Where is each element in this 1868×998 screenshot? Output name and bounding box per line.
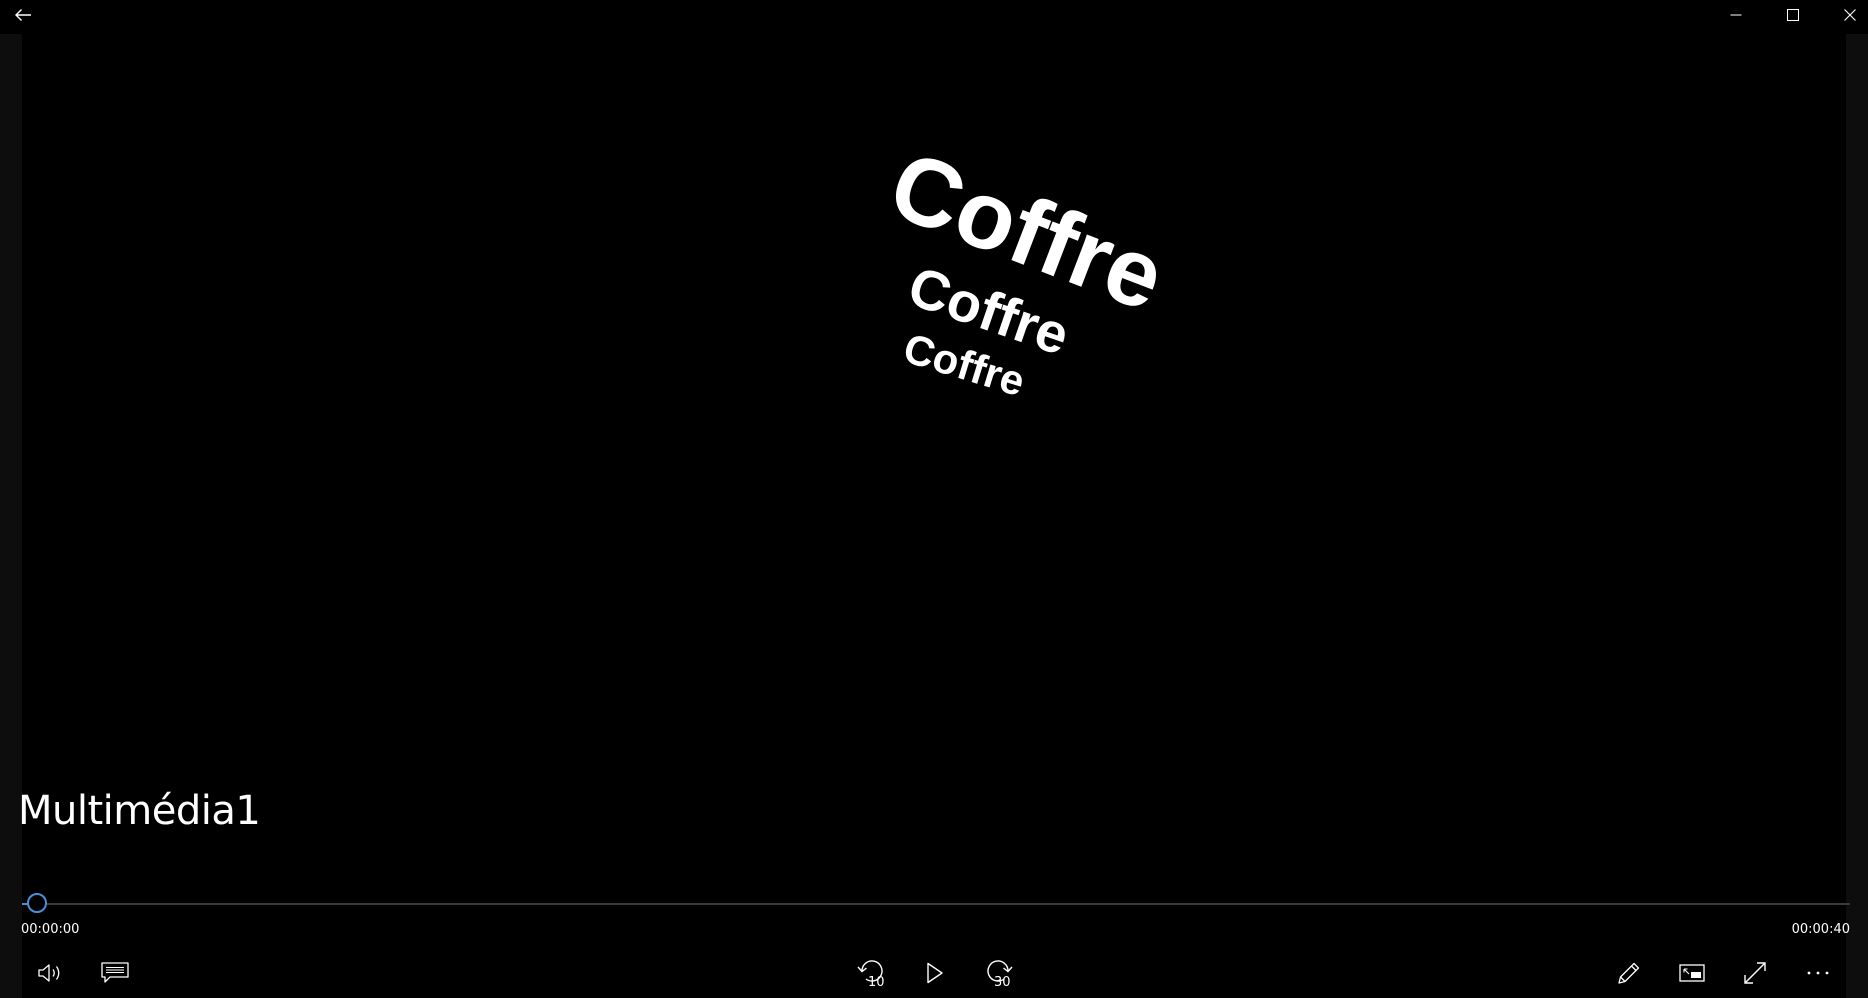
full-screen-icon (1744, 962, 1766, 984)
back-button[interactable] (0, 0, 46, 30)
media-player-window: Coffre Coffre Coffre Multimédia1 00:00:0… (0, 0, 1868, 998)
play-icon (927, 962, 943, 984)
right-edge-strip (1846, 34, 1868, 998)
more-options-button[interactable] (1795, 952, 1841, 994)
minimize-button[interactable] (1713, 0, 1759, 30)
current-time: 00:00:00 (21, 922, 80, 937)
skip-back-label: 10 (868, 975, 885, 990)
maximize-button[interactable] (1770, 0, 1816, 30)
skip-forward-label: 30 (994, 975, 1011, 990)
skip-forward-30-button[interactable]: 30 (975, 952, 1021, 994)
seek-bar[interactable] (22, 903, 1850, 905)
volume-button[interactable] (28, 952, 74, 994)
more-icon (1807, 971, 1829, 975)
arrow-left-icon (15, 9, 31, 21)
media-title: Multimédia1 (18, 788, 261, 834)
full-screen-button[interactable] (1732, 952, 1778, 994)
seek-thumb[interactable] (27, 893, 47, 913)
video-frame[interactable]: Coffre Coffre Coffre (22, 34, 1846, 874)
close-icon (1844, 9, 1856, 21)
pencil-icon (1618, 962, 1640, 984)
close-button[interactable] (1827, 0, 1868, 30)
skip-back-10-button[interactable]: 10 (849, 952, 895, 994)
volume-icon (38, 964, 60, 982)
skip-forward-icon: 30 (987, 960, 1013, 990)
title-bar (0, 0, 1868, 30)
mini-view-button[interactable] (1669, 952, 1715, 994)
captions-icon (101, 962, 129, 983)
play-button[interactable] (912, 952, 958, 994)
left-edge-strip (0, 34, 22, 998)
edit-button[interactable] (1606, 952, 1652, 994)
captions-button[interactable] (92, 952, 138, 994)
total-time: 00:00:40 (1791, 922, 1850, 937)
maximize-icon (1787, 9, 1799, 21)
skip-back-icon: 10 (857, 960, 885, 990)
mini-view-icon (1679, 964, 1705, 982)
minimize-icon (1730, 14, 1742, 16)
